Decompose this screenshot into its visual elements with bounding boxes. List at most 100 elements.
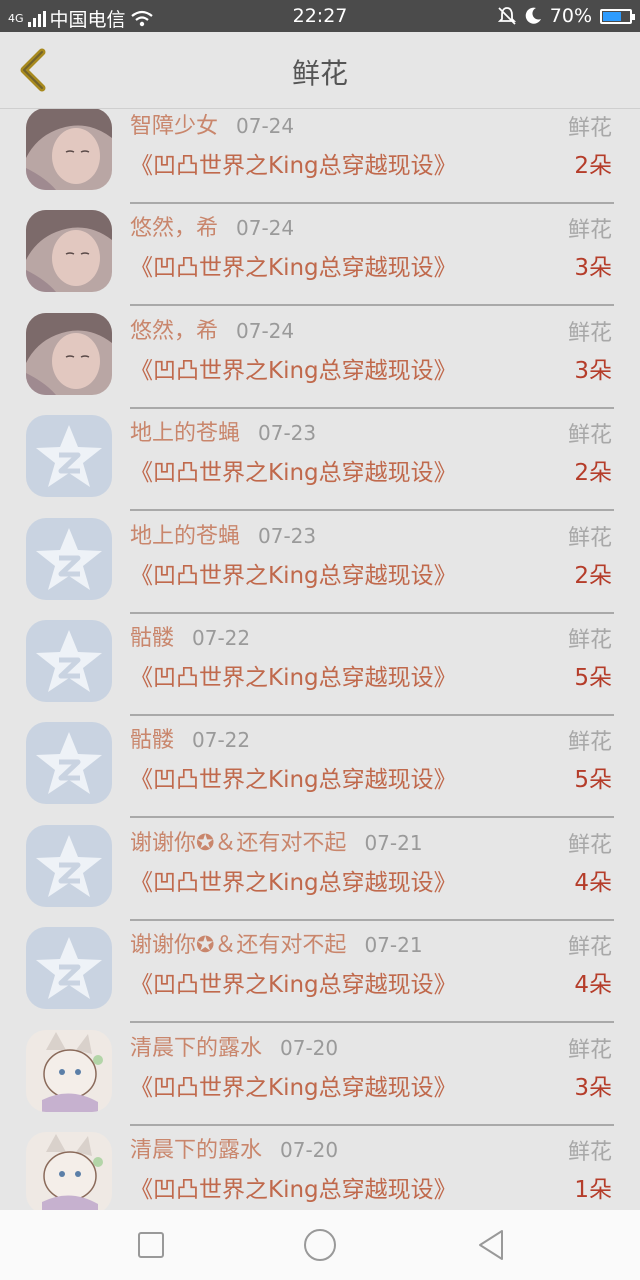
item-name-line: 谢谢你✪＆还有对不起 07-21 — [130, 825, 423, 857]
status-bar: 4G 中国电信 22:27 70% — [0, 0, 640, 32]
list-item[interactable]: 地上的苍蝇 07-23 鲜花《凹凸世界之King总穿越现设》 2朵 — [0, 409, 640, 512]
item-date: 07-21 — [364, 933, 423, 958]
moon-icon — [525, 7, 541, 24]
item-date: 07-21 — [364, 830, 423, 855]
gift-type: 鲜花 — [567, 525, 612, 551]
item-date: 07-24 — [236, 114, 295, 138]
avatar[interactable] — [26, 415, 112, 498]
list-item[interactable]: 悠然，希 07-24 鲜花《凹凸世界之King总穿越现设》 3朵 — [0, 307, 640, 409]
triangle-back-icon[interactable] — [474, 1228, 508, 1262]
gift-type: 鲜花 — [567, 218, 612, 244]
avatar[interactable] — [26, 517, 112, 600]
item-name-line: 清晨下的露水 07-20 — [130, 1030, 338, 1062]
item-name-line: 地上的苍蝇 07-23 — [130, 415, 316, 447]
gift-type: 鲜花 — [567, 1037, 612, 1063]
avatar[interactable] — [26, 620, 112, 702]
gift-count: 2朵 — [574, 562, 612, 589]
item-date: 07-22 — [192, 626, 251, 650]
list-item[interactable]: 悠然，希 07-24 鲜花《凹凸世界之King总穿越现设》 3朵 — [0, 204, 640, 307]
avatar[interactable] — [26, 722, 112, 805]
book-title[interactable]: 《凹凸世界之King总穿越现设》 — [130, 453, 457, 487]
battery-percent: 70% — [549, 5, 592, 27]
item-name-line: 智障少女 07-24 — [130, 108, 294, 140]
gift-type: 鲜花 — [567, 832, 612, 858]
gift-type: 鲜花 — [567, 116, 612, 141]
gift-count: 4朵 — [574, 972, 612, 999]
gift-count: 2朵 — [574, 460, 612, 487]
page-header: 鲜花 — [0, 32, 640, 109]
avatar[interactable] — [26, 927, 112, 1010]
book-title[interactable]: 《凹凸世界之King总穿越现设》 — [130, 863, 457, 897]
page-title: 鲜花 — [291, 57, 348, 90]
avatar[interactable] — [26, 210, 112, 293]
status-right: 70% — [497, 5, 635, 27]
item-date: 07-24 — [236, 318, 295, 343]
book-title[interactable]: 《凹凸世界之King总穿越现设》 — [130, 351, 457, 385]
item-name-line: 骷髅 07-22 — [130, 620, 250, 652]
list-item[interactable]: 智障少女 07-24 鲜花 《凹凸世界之King总穿越现设》 2朵 — [0, 108, 640, 204]
gift-type: 鲜花 — [567, 320, 612, 346]
list-item[interactable]: 清晨下的露水 07-20 鲜花 《凹凸世界之King总穿越现设》 1朵 — [0, 1126, 640, 1210]
mute-bell-icon — [497, 7, 516, 25]
gift-type: 鲜花 — [567, 935, 612, 961]
gift-count: 3朵 — [574, 255, 612, 282]
user-name[interactable]: 骷髅 — [130, 626, 174, 651]
avatar[interactable] — [26, 824, 112, 907]
gift-count: 1朵 — [574, 1177, 612, 1203]
square-icon[interactable] — [134, 1228, 168, 1262]
user-name[interactable]: 清晨下的露水 — [130, 1036, 262, 1061]
user-name[interactable]: 骷髅 — [130, 728, 174, 753]
flower-list[interactable]: 智障少女 07-24 鲜花 《凹凸世界之King总穿越现设》 2朵 悠然，希 07-24 鲜花… — [0, 108, 640, 1210]
list-item[interactable]: 地上的苍蝇 07-23 鲜花《凹凸世界之King总穿越现设》 2朵 — [0, 512, 640, 614]
item-name-line: 地上的苍蝇 07-23 — [130, 518, 316, 550]
item-date: 07-20 — [280, 1138, 339, 1162]
list-item[interactable]: 骷髅 07-22 鲜花《凹凸世界之King总穿越现设》 5朵 — [0, 614, 640, 716]
gift-type: 鲜花 — [567, 730, 612, 756]
book-title[interactable]: 《凹凸世界之King总穿越现设》 — [130, 248, 457, 282]
item-name-line: 谢谢你✪＆还有对不起 07-21 — [130, 927, 423, 959]
user-name[interactable]: 地上的苍蝇 — [130, 524, 240, 549]
user-name[interactable]: 谢谢你✪＆还有对不起 — [130, 831, 346, 856]
user-name[interactable]: 智障少女 — [130, 114, 218, 139]
item-date: 07-22 — [192, 728, 251, 753]
user-name[interactable]: 悠然，希 — [130, 216, 218, 241]
item-name-line: 清晨下的露水 07-20 — [130, 1132, 338, 1164]
item-date: 07-23 — [258, 523, 317, 548]
battery-icon — [600, 8, 635, 24]
gift-count: 4朵 — [574, 869, 612, 896]
user-name[interactable]: 地上的苍蝇 — [130, 421, 240, 446]
item-date: 07-24 — [236, 216, 295, 241]
user-name[interactable]: 悠然，希 — [130, 319, 218, 344]
book-title[interactable]: 《凹凸世界之King总穿越现设》 — [130, 556, 457, 590]
gift-count: 3朵 — [574, 1074, 612, 1101]
gift-type: 鲜花 — [567, 628, 612, 653]
book-title[interactable]: 《凹凸世界之King总穿越现设》 — [130, 1170, 457, 1204]
book-title[interactable]: 《凹凸世界之King总穿越现设》 — [130, 965, 457, 999]
book-title[interactable]: 《凹凸世界之King总穿越现设》 — [130, 1068, 457, 1102]
avatar[interactable] — [26, 312, 112, 395]
avatar[interactable] — [26, 1029, 112, 1112]
avatar[interactable] — [26, 1132, 112, 1210]
item-date: 07-20 — [280, 1035, 339, 1060]
item-date: 07-23 — [258, 421, 317, 446]
battery-fill — [603, 11, 621, 21]
user-name[interactable]: 谢谢你✪＆还有对不起 — [130, 933, 346, 958]
gift-count: 3朵 — [574, 357, 612, 384]
gift-type: 鲜花 — [567, 423, 612, 449]
user-name[interactable]: 清晨下的露水 — [130, 1138, 262, 1163]
circle-icon[interactable] — [303, 1228, 337, 1262]
avatar[interactable] — [26, 108, 112, 190]
list-item[interactable]: 清晨下的露水 07-20 鲜花《凹凸世界之King总穿越现设》 3朵 — [0, 1024, 640, 1126]
gift-count: 5朵 — [574, 665, 612, 691]
book-title[interactable]: 《凹凸世界之King总穿越现设》 — [130, 658, 457, 692]
book-title[interactable]: 《凹凸世界之King总穿越现设》 — [130, 146, 457, 180]
item-name-line: 骷髅 07-22 — [130, 722, 250, 754]
gift-count: 5朵 — [574, 767, 612, 794]
system-nav-bar — [0, 1210, 640, 1280]
list-item[interactable]: 谢谢你✪＆还有对不起 07-21 鲜花《凹凸世界之King总穿越现设》 4朵 — [0, 921, 640, 1024]
list-item[interactable]: 骷髅 07-22 鲜花《凹凸世界之King总穿越现设》 5朵 — [0, 716, 640, 819]
list-item[interactable]: 谢谢你✪＆还有对不起 07-21 鲜花《凹凸世界之King总穿越现设》 4朵 — [0, 819, 640, 921]
item-name-line: 悠然，希 07-24 — [130, 313, 294, 345]
item-name-line: 悠然，希 07-24 — [130, 210, 294, 242]
book-title[interactable]: 《凹凸世界之King总穿越现设》 — [130, 760, 457, 794]
